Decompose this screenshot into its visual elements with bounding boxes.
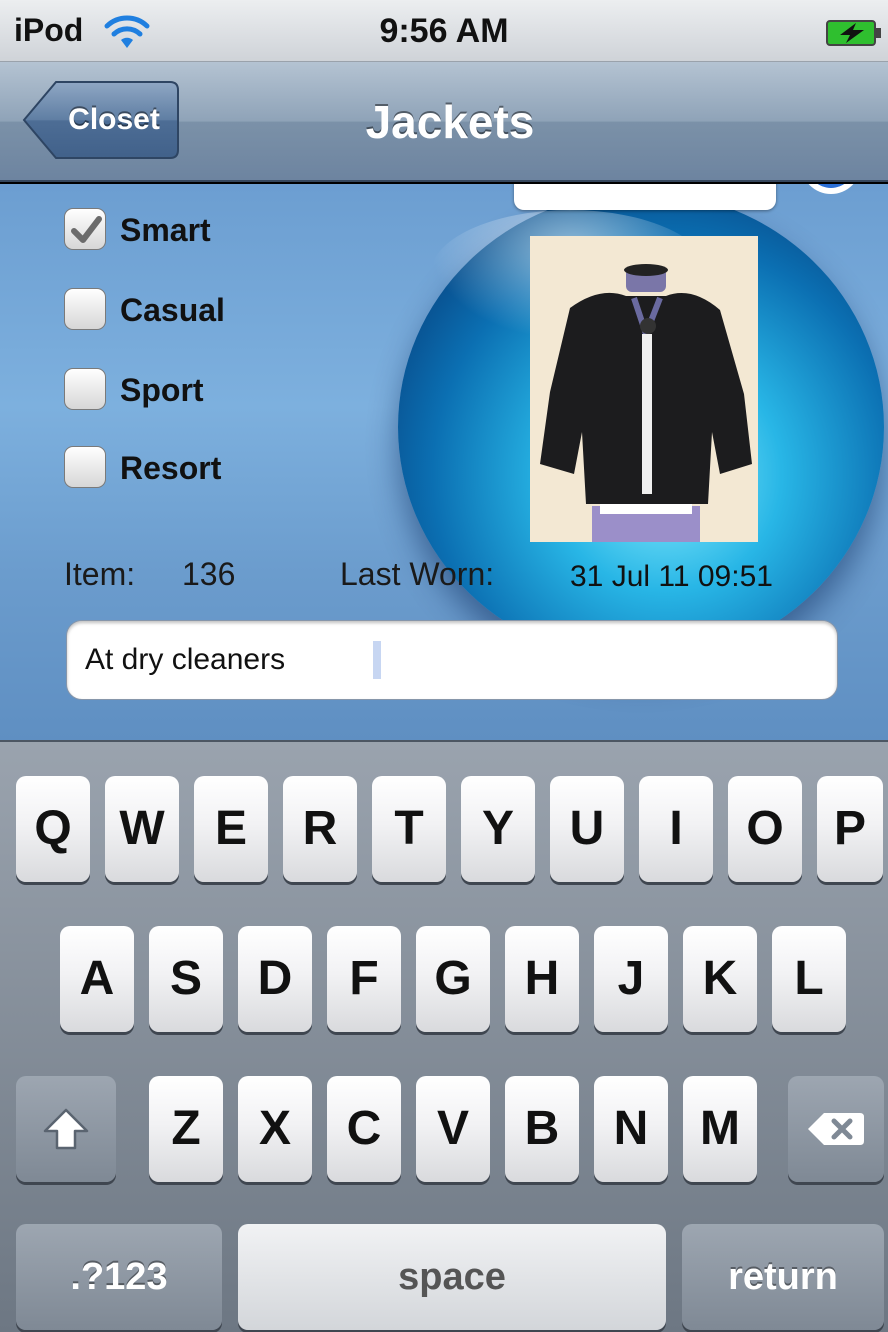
key-q[interactable]: Q bbox=[16, 776, 90, 882]
item-number: 136 bbox=[182, 556, 236, 592]
key-e[interactable]: E bbox=[194, 776, 268, 882]
key-u[interactable]: U bbox=[550, 776, 624, 882]
key-f[interactable]: F bbox=[327, 926, 401, 1032]
key-c[interactable]: C bbox=[327, 1076, 401, 1182]
delete-key[interactable] bbox=[788, 1076, 884, 1182]
key-a[interactable]: A bbox=[60, 926, 134, 1032]
key-s[interactable]: S bbox=[149, 926, 223, 1032]
key-v[interactable]: V bbox=[416, 1076, 490, 1182]
key-t[interactable]: T bbox=[372, 776, 446, 882]
key-p[interactable]: P bbox=[817, 776, 883, 882]
checkbox-smart[interactable] bbox=[64, 208, 106, 250]
jacket-image bbox=[530, 236, 758, 542]
key-l[interactable]: L bbox=[772, 926, 846, 1032]
key-d[interactable]: D bbox=[238, 926, 312, 1032]
key-j[interactable]: J bbox=[594, 926, 668, 1032]
last-worn-label: Last Worn: bbox=[340, 556, 495, 592]
shift-key[interactable] bbox=[16, 1076, 116, 1182]
key-i[interactable]: I bbox=[639, 776, 713, 882]
item-detail-content: Smart Casual Sport Resort Item: 136 Last… bbox=[0, 184, 888, 740]
checkbox-casual[interactable] bbox=[64, 288, 106, 330]
key-n[interactable]: N bbox=[594, 1076, 668, 1182]
item-label: Item: bbox=[64, 556, 136, 592]
key-r[interactable]: R bbox=[283, 776, 357, 882]
jacket-photo[interactable] bbox=[530, 236, 758, 542]
battery-charging-icon bbox=[826, 20, 881, 46]
key-k[interactable]: K bbox=[683, 926, 757, 1032]
key-h[interactable]: H bbox=[505, 926, 579, 1032]
category-label: Smart bbox=[120, 212, 211, 248]
back-button-label: Closet bbox=[68, 103, 160, 136]
last-worn-value: 31 Jul 11 09:51 bbox=[570, 560, 773, 593]
key-w[interactable]: W bbox=[105, 776, 179, 882]
info-icon[interactable] bbox=[800, 184, 862, 202]
checkmark-icon bbox=[71, 216, 102, 243]
key-y[interactable]: Y bbox=[461, 776, 535, 882]
key-z[interactable]: Z bbox=[149, 1076, 223, 1182]
key-x[interactable]: X bbox=[238, 1076, 312, 1182]
page-title: Jackets bbox=[365, 96, 535, 148]
key-o[interactable]: O bbox=[728, 776, 802, 882]
backspace-icon bbox=[808, 1113, 864, 1145]
numbers-key[interactable]: .?123 bbox=[16, 1224, 222, 1330]
checkbox-resort[interactable] bbox=[64, 446, 106, 488]
top-field[interactable] bbox=[514, 184, 776, 210]
key-b[interactable]: B bbox=[505, 1076, 579, 1182]
key-m[interactable]: M bbox=[683, 1076, 757, 1182]
navigation-bar: Closet Jackets bbox=[0, 62, 888, 182]
back-button[interactable]: Closet bbox=[22, 80, 180, 160]
checkbox-sport[interactable] bbox=[64, 368, 106, 410]
key-g[interactable]: G bbox=[416, 926, 490, 1032]
category-label: Resort bbox=[120, 450, 222, 486]
note-input-value: At dry cleaners bbox=[85, 643, 286, 676]
text-cursor bbox=[373, 641, 381, 679]
note-input[interactable]: At dry cleaners bbox=[66, 620, 838, 700]
shift-icon bbox=[43, 1108, 89, 1150]
space-key[interactable]: space bbox=[238, 1224, 666, 1330]
return-key[interactable]: return bbox=[682, 1224, 884, 1330]
category-label: Sport bbox=[120, 372, 204, 408]
keyboard: Q W E R T Y U I O P A S D F G H J K L Z … bbox=[0, 740, 888, 1332]
status-time: 9:56 AM bbox=[379, 12, 509, 50]
status-bar: iPod 9:56 AM bbox=[0, 0, 888, 62]
category-label: Casual bbox=[120, 292, 225, 328]
